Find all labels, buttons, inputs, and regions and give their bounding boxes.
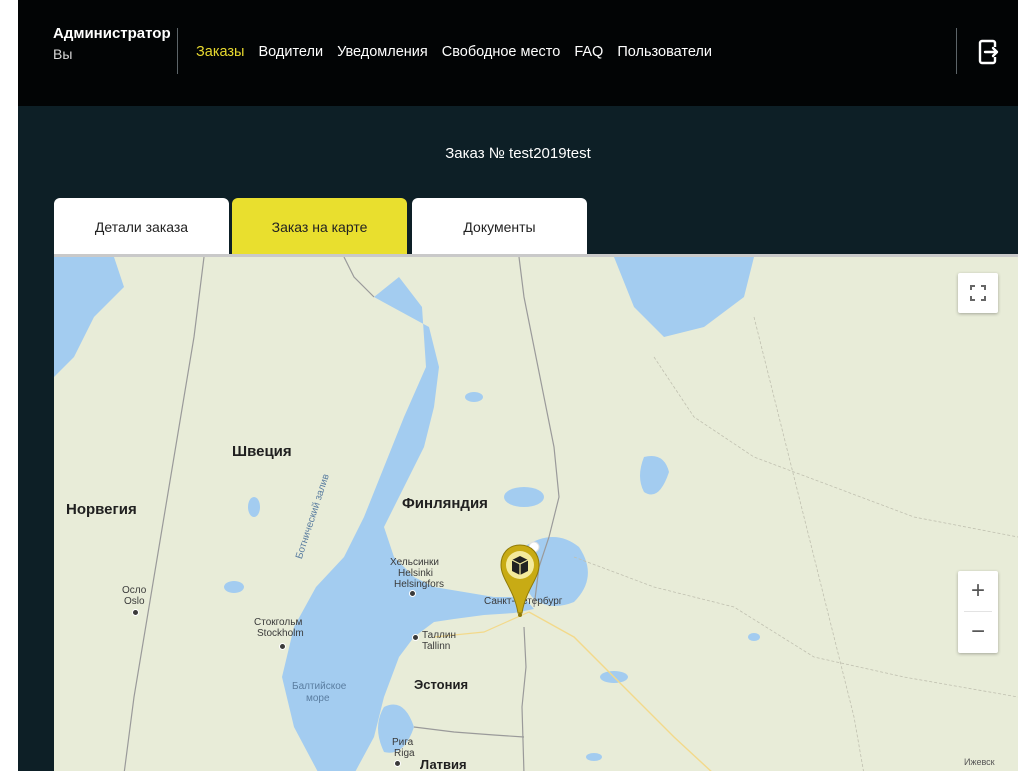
- map-label-baltic-1: Балтийское: [292, 681, 347, 692]
- city-dot-riga: [394, 760, 401, 767]
- zoom-in-button[interactable]: +: [958, 571, 998, 611]
- map-label-stockholm-ru: Стокгольм: [254, 617, 303, 628]
- map-label-latvia: Латвия: [420, 757, 467, 771]
- order-map[interactable]: Швеция Норвегия Финляндия Эстония Латвия…: [54, 254, 1018, 771]
- nav-item-free-space[interactable]: Свободное место: [442, 43, 561, 61]
- map-label-estonia: Эстония: [414, 677, 469, 692]
- map-basemap: [54, 257, 1018, 771]
- city-dot-oslo: [132, 609, 139, 616]
- package-marker-icon: [500, 541, 540, 617]
- nav-item-users[interactable]: Пользователи: [617, 43, 712, 61]
- user-block: Администратор Вы: [53, 24, 171, 64]
- lake-small-1: [465, 392, 483, 402]
- tab-order-details[interactable]: Детали заказа: [54, 198, 229, 254]
- logout-divider: [956, 28, 957, 74]
- user-name: Администратор: [53, 25, 171, 42]
- main-nav: Заказы Водители Уведомления Свободное ме…: [196, 43, 726, 61]
- nav-item-notifications[interactable]: Уведомления: [337, 43, 428, 61]
- map-land: [54, 257, 1018, 771]
- lake-small-5: [586, 753, 602, 761]
- tab-documents[interactable]: Документы: [412, 198, 587, 254]
- map-label-helsinki-sv: Helsingfors: [394, 579, 445, 590]
- tab-order-on-map[interactable]: Заказ на карте: [232, 198, 407, 254]
- map-label-oslo: Oslo: [124, 596, 145, 607]
- city-dot-helsinki: [409, 590, 416, 597]
- nav-item-drivers[interactable]: Водители: [258, 43, 323, 61]
- fullscreen-icon: [970, 285, 986, 301]
- map-label-helsinki-ru: Хельсинки: [390, 557, 440, 568]
- lake-small-2: [248, 497, 260, 517]
- map-label-stockholm: Stockholm: [257, 628, 304, 639]
- logout-button[interactable]: [976, 38, 1002, 66]
- app-root: Администратор Вы Заказы Водители Уведомл…: [18, 0, 1018, 771]
- map-label-finland: Финляндия: [402, 495, 488, 512]
- map-label-tallinn: Tallinn: [422, 641, 451, 652]
- logout-icon: [978, 39, 999, 65]
- city-dot-stockholm: [279, 643, 286, 650]
- zoom-out-button[interactable]: −: [958, 612, 998, 652]
- map-label-sweden: Швеция: [232, 443, 292, 460]
- map-label-riga: Riga: [394, 748, 415, 759]
- city-dot-tallinn: [412, 634, 419, 641]
- user-role: Вы: [53, 46, 73, 62]
- map-label-norway: Норвегия: [66, 501, 137, 518]
- map-label-helsinki-fi: Helsinki: [398, 568, 434, 579]
- map-label-tallinn-ru: Таллин: [422, 630, 456, 641]
- lake-saimaa: [504, 487, 544, 507]
- order-title: Заказ № test2019test: [445, 145, 591, 162]
- nav-divider: [177, 28, 178, 74]
- order-location-marker[interactable]: [500, 541, 540, 619]
- nav-item-orders[interactable]: Заказы: [196, 43, 244, 61]
- top-navigation-bar: Администратор Вы Заказы Водители Уведомл…: [18, 0, 1018, 106]
- map-zoom-control: + −: [958, 571, 998, 653]
- map-label-baltic-2: море: [306, 693, 330, 704]
- map-label-riga-ru: Рига: [392, 737, 414, 748]
- nav-item-faq[interactable]: FAQ: [574, 43, 603, 61]
- map-label-oslo-ru: Осло: [122, 585, 147, 596]
- lake-small-6: [748, 633, 760, 641]
- map-label-izhevsk: Ижевск: [964, 757, 995, 767]
- map-fullscreen-button[interactable]: [958, 273, 998, 313]
- lake-small-3: [224, 581, 244, 593]
